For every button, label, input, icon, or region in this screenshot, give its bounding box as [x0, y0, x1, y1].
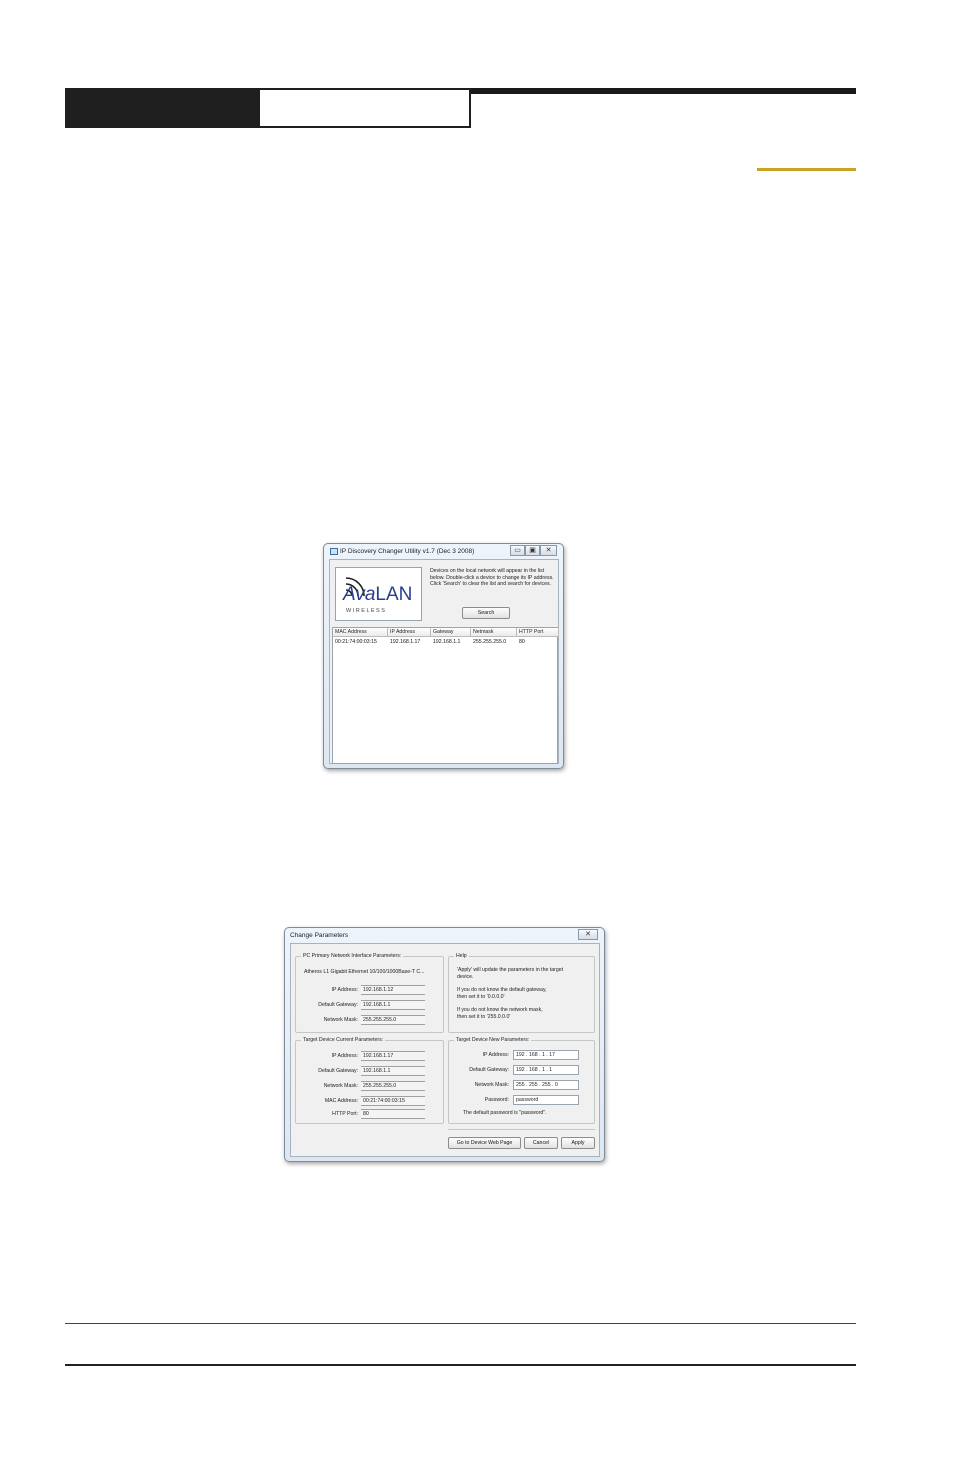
- pc-parameters-group: PC Primary Network Interface Parameters:…: [295, 953, 444, 1033]
- cur-ip-label: IP Address:: [331, 1053, 358, 1059]
- help-text-apply: 'Apply' will update the parameters in th…: [457, 967, 564, 980]
- window-client: AvaLAN W I R E L E S S Devices on the lo…: [329, 559, 559, 764]
- avalan-logo: AvaLAN W I R E L E S S: [335, 567, 422, 621]
- current-parameters-group: Target Device Current Parameters: IP Add…: [295, 1037, 444, 1124]
- col-gateway-header[interactable]: Gateway: [431, 628, 471, 637]
- cell-netmask: 255.255.255.0: [473, 639, 507, 645]
- logo-tagline: W I R E L E S S: [346, 608, 385, 614]
- window-title: Change Parameters: [290, 932, 349, 939]
- cur-mask-field: 255.255.255.0: [361, 1081, 425, 1091]
- logo-ava: Ava: [343, 584, 376, 605]
- col-port-header[interactable]: HTTP Port: [517, 628, 559, 637]
- help-text-mask: If you do not know the network mask, the…: [457, 1007, 543, 1020]
- device-web-page-button[interactable]: Go to Device Web Page: [448, 1137, 521, 1149]
- search-button[interactable]: Search: [462, 607, 510, 619]
- help-group: Help 'Apply' will update the parameters …: [448, 953, 595, 1033]
- cur-mac-field: 00:21:74:00:03:15: [361, 1096, 425, 1106]
- cur-port-field: 80: [361, 1109, 425, 1119]
- new-ip-input[interactable]: 192 . 168 . 1 . 17: [513, 1050, 579, 1060]
- cell-ip: 192.168.1.17: [390, 639, 421, 645]
- new-mask-label: Network Mask:: [474, 1082, 509, 1088]
- header-tab-dark: [65, 88, 259, 128]
- new-ip-label: IP Address:: [482, 1052, 509, 1058]
- header-rule: [470, 88, 856, 94]
- header-tab-light: [258, 88, 471, 128]
- pc-mask-label: Network Mask:: [323, 1017, 358, 1023]
- cur-gateway-label: Default Gateway:: [318, 1068, 358, 1074]
- discovery-description: Devices on the local network will appear…: [430, 568, 554, 587]
- password-label: Password:: [484, 1097, 509, 1103]
- change-parameters-window: Change Parameters ✕ PC Primary Network I…: [284, 927, 605, 1162]
- window-title: IP Discovery Changer Utility v1.7 (Dec 3…: [340, 548, 475, 555]
- group-title: Help: [454, 953, 469, 959]
- footer-rule-thick: [65, 1364, 856, 1366]
- cell-port: 80: [519, 639, 525, 645]
- cur-gateway-field: 192.168.1.1: [361, 1066, 425, 1076]
- col-mac-header[interactable]: MAC Address: [333, 628, 388, 637]
- new-gateway-label: Default Gateway:: [469, 1067, 509, 1073]
- pc-gateway-field: 192.168.1.1: [361, 1000, 425, 1010]
- logo-lan: LAN: [375, 584, 413, 605]
- button-separator: [448, 1129, 595, 1130]
- col-ip-header[interactable]: IP Address: [388, 628, 431, 637]
- default-password-note: The default password is "password".: [463, 1110, 547, 1116]
- maximize-icon[interactable]: ▣: [525, 545, 540, 556]
- pc-mask-field: 255.255.255.0: [361, 1015, 425, 1025]
- close-icon[interactable]: ✕: [540, 545, 557, 556]
- cur-mask-label: Network Mask:: [323, 1083, 358, 1089]
- cancel-button[interactable]: Cancel: [524, 1137, 558, 1149]
- cell-mac: 00:21:74:00:03:15: [335, 639, 377, 645]
- cur-port-label: HTTP Port:: [332, 1111, 358, 1117]
- app-icon: [330, 548, 338, 555]
- minimize-icon[interactable]: ▭: [510, 545, 525, 556]
- pc-ip-label: IP Address:: [331, 987, 358, 993]
- pc-gateway-label: Default Gateway:: [318, 1002, 358, 1008]
- device-list[interactable]: MAC Address IP Address Gateway Netmask H…: [332, 627, 559, 764]
- window-client: PC Primary Network Interface Parameters:…: [290, 943, 600, 1157]
- col-netmask-header[interactable]: Netmask: [471, 628, 517, 637]
- cur-mac-label: MAC Address:: [324, 1098, 358, 1104]
- cell-gateway: 192.168.1.1: [433, 639, 461, 645]
- help-text-gateway: If you do not know the default gateway, …: [457, 987, 547, 1000]
- cur-ip-field: 192.168.1.17: [361, 1051, 425, 1061]
- footer-rule-thin: [65, 1323, 856, 1324]
- group-title: Target Device New Parameters:: [454, 1037, 532, 1043]
- password-input[interactable]: password: [513, 1095, 579, 1105]
- new-mask-input[interactable]: 255 . 255 . 255 . 0: [513, 1080, 579, 1090]
- group-title: PC Primary Network Interface Parameters:: [301, 953, 404, 959]
- pc-ip-field: 192.168.1.12: [361, 985, 425, 995]
- new-parameters-group: Target Device New Parameters: IP Address…: [448, 1037, 595, 1124]
- ip-discovery-window: IP Discovery Changer Utility v1.7 (Dec 3…: [323, 543, 564, 769]
- new-gateway-input[interactable]: 192 . 168 . 1 . 1: [513, 1065, 579, 1075]
- accent-rule: [757, 168, 856, 171]
- group-title: Target Device Current Parameters:: [301, 1037, 386, 1043]
- apply-button[interactable]: Apply: [561, 1137, 595, 1149]
- close-icon[interactable]: ✕: [578, 929, 598, 940]
- adapter-name: Atheros L1 Gigabit Ethernet 10/100/1000B…: [304, 969, 425, 975]
